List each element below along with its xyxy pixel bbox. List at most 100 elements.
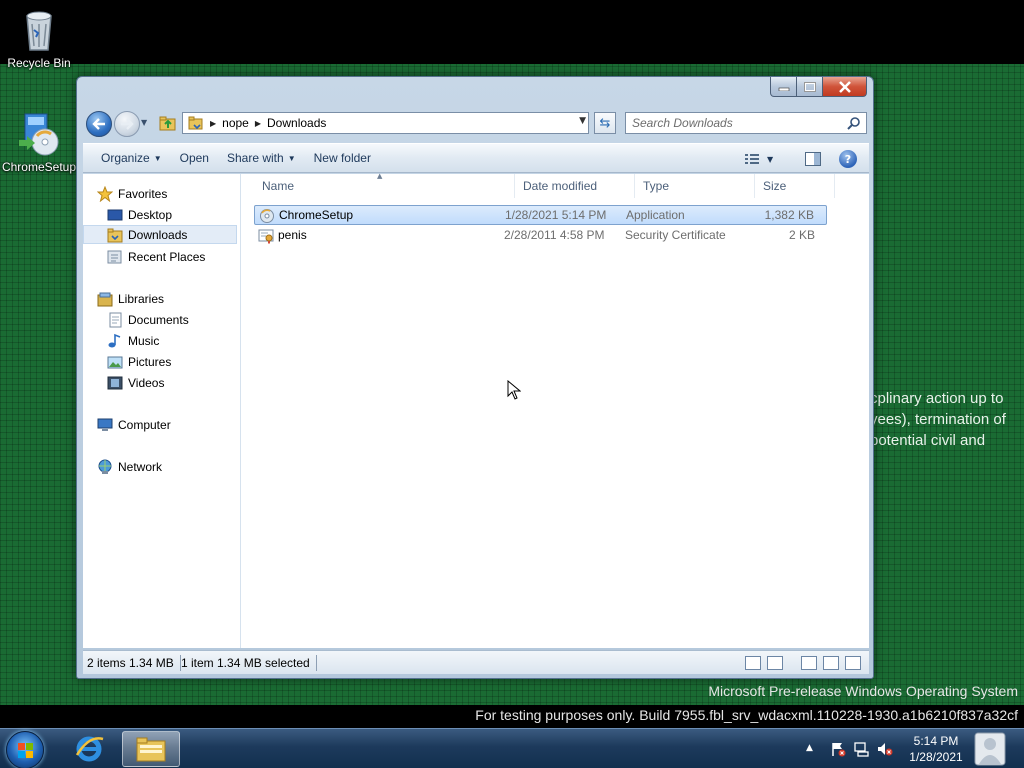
user-avatar-icon [974, 732, 1006, 766]
nav-network[interactable]: Network [97, 457, 162, 476]
chevron-down-icon: ▼ [767, 154, 774, 164]
computer-icon [97, 417, 113, 433]
details-pane-toggle-icon[interactable] [823, 656, 839, 670]
column-header-type-label: Type [643, 179, 670, 193]
breadcrumb-separator-icon[interactable]: ▶ [210, 119, 216, 128]
file-row-penis[interactable]: penis 2/28/2011 4:58 PM Security Certifi… [254, 226, 827, 246]
taskbar-windows-explorer[interactable] [122, 731, 180, 767]
nav-desktop[interactable]: Desktop [107, 205, 172, 224]
installer-disc-icon [15, 110, 63, 158]
column-header-size-label: Size [763, 179, 787, 193]
organize-label: Organize [101, 151, 150, 165]
navigation-bar: ▼ ▶ nope ▶ Downloads ▼ ⇆ [83, 108, 869, 138]
refresh-button[interactable]: ⇆ [594, 112, 616, 134]
column-header-date-modified[interactable]: Date modified [515, 174, 635, 198]
videos-icon [107, 375, 123, 391]
column-header-type[interactable]: Type [635, 174, 755, 198]
forward-arrow-icon [121, 118, 134, 130]
show-hidden-icons-button[interactable]: ▲ [806, 743, 822, 759]
forward-button[interactable] [114, 111, 140, 137]
folder-icon [188, 116, 204, 130]
minimize-button[interactable] [770, 77, 797, 97]
help-icon[interactable]: ? [839, 150, 857, 168]
taskbar-internet-explorer[interactable] [60, 731, 118, 767]
background-text-line: cplinary action up to [870, 390, 1004, 407]
nav-downloads-label: Downloads [128, 227, 188, 242]
internet-explorer-icon [75, 736, 104, 762]
content-area: Favorites Desktop Downloads Recent Place… [83, 172, 869, 648]
share-with-label: Share with [226, 151, 284, 165]
status-bar: 2 items 1.34 MB 1 item 1.34 MB selected [83, 650, 869, 674]
file-type: Application [626, 208, 685, 222]
network-tray-icon[interactable] [853, 741, 869, 757]
back-arrow-icon [92, 118, 105, 130]
breadcrumb-downloads[interactable]: Downloads [267, 116, 326, 130]
desktop-top-band [0, 0, 1024, 64]
nav-videos[interactable]: Videos [107, 373, 164, 392]
column-header-date-label: Date modified [523, 179, 598, 193]
breadcrumb-separator-icon[interactable]: ▶ [255, 119, 261, 128]
nav-music[interactable]: Music [107, 331, 159, 350]
chevron-down-icon: ▼ [287, 153, 296, 163]
recent-pages-dropdown[interactable]: ▼ [141, 118, 147, 127]
maximize-icon [803, 81, 816, 92]
maximize-button[interactable] [797, 77, 823, 97]
nav-favorites[interactable]: Favorites [96, 184, 168, 203]
recent-places-icon [107, 249, 123, 265]
caption-buttons [770, 77, 867, 97]
taskbar: ▲ 5:14 PM 1/28/2021 [0, 728, 1024, 768]
documents-icon [107, 312, 123, 328]
application-icon [259, 208, 275, 224]
clock-date: 1/28/2021 [909, 750, 963, 764]
column-header-size[interactable]: Size [755, 174, 835, 198]
nav-recent-places[interactable]: Recent Places [107, 247, 205, 266]
back-button[interactable] [86, 111, 112, 137]
change-view-button[interactable]: ▼ [745, 153, 773, 165]
breadcrumb-nope[interactable]: nope [222, 116, 249, 130]
close-button[interactable] [823, 77, 867, 97]
user-account-tile[interactable] [972, 732, 1008, 766]
file-type: Security Certificate [625, 228, 726, 242]
background-text-line: yees), termination of [870, 411, 1006, 428]
column-header-name-label: Name [262, 179, 295, 193]
chevron-down-icon: ▼ [153, 153, 162, 163]
details-view-status-icon[interactable] [745, 656, 761, 670]
address-bar[interactable]: ▶ nope ▶ Downloads ▼ [182, 112, 589, 134]
search-icon[interactable] [847, 116, 861, 130]
nav-downloads[interactable]: Downloads [83, 225, 237, 244]
preview-pane-icon[interactable] [805, 152, 821, 166]
up-folder-icon[interactable] [159, 115, 177, 131]
start-button[interactable] [6, 731, 44, 768]
nav-libraries[interactable]: Libraries [97, 289, 164, 308]
new-folder-label: New folder [313, 151, 371, 165]
new-folder-button[interactable]: New folder [314, 151, 371, 165]
address-dropdown-icon[interactable]: ▼ [579, 116, 586, 126]
column-header-name[interactable]: Name [254, 174, 515, 198]
desktop-icon-chromesetup[interactable]: ChromeSetup [0, 110, 78, 174]
desktop-icon-label: Recycle Bin [7, 56, 71, 70]
system-clock[interactable]: 5:14 PM 1/28/2021 [906, 733, 966, 765]
minimize-icon [778, 87, 789, 91]
search-box[interactable] [625, 112, 867, 134]
nav-pictures[interactable]: Pictures [107, 352, 171, 371]
nav-libraries-label: Libraries [118, 291, 165, 306]
nav-documents-label: Documents [128, 312, 189, 327]
preview-pane-toggle-icon[interactable] [845, 656, 861, 670]
clock-time: 5:14 PM [913, 734, 959, 748]
organize-button[interactable]: Organize ▼ [101, 151, 162, 165]
nav-favorites-label: Favorites [118, 186, 168, 201]
nav-computer[interactable]: Computer [97, 415, 171, 434]
large-icons-view-status-icon[interactable] [767, 656, 783, 670]
volume-muted-icon[interactable] [877, 741, 893, 757]
nav-documents[interactable]: Documents [107, 310, 189, 329]
recycle-bin-icon [15, 6, 63, 54]
search-input[interactable] [632, 116, 842, 130]
share-with-button[interactable]: Share with ▼ [227, 151, 296, 165]
open-button[interactable]: Open [180, 151, 209, 165]
file-row-chromesetup[interactable]: ChromeSetup 1/28/2021 5:14 PM Applicatio… [254, 205, 827, 225]
file-name: penis [278, 228, 307, 242]
navigation-pane-toggle-icon[interactable] [801, 656, 817, 670]
file-list: ▲ Name Date modified Type Size ChromeSet… [242, 172, 869, 648]
action-center-flag-icon[interactable] [830, 741, 846, 757]
desktop-icon-recycle-bin[interactable]: Recycle Bin [0, 6, 78, 70]
